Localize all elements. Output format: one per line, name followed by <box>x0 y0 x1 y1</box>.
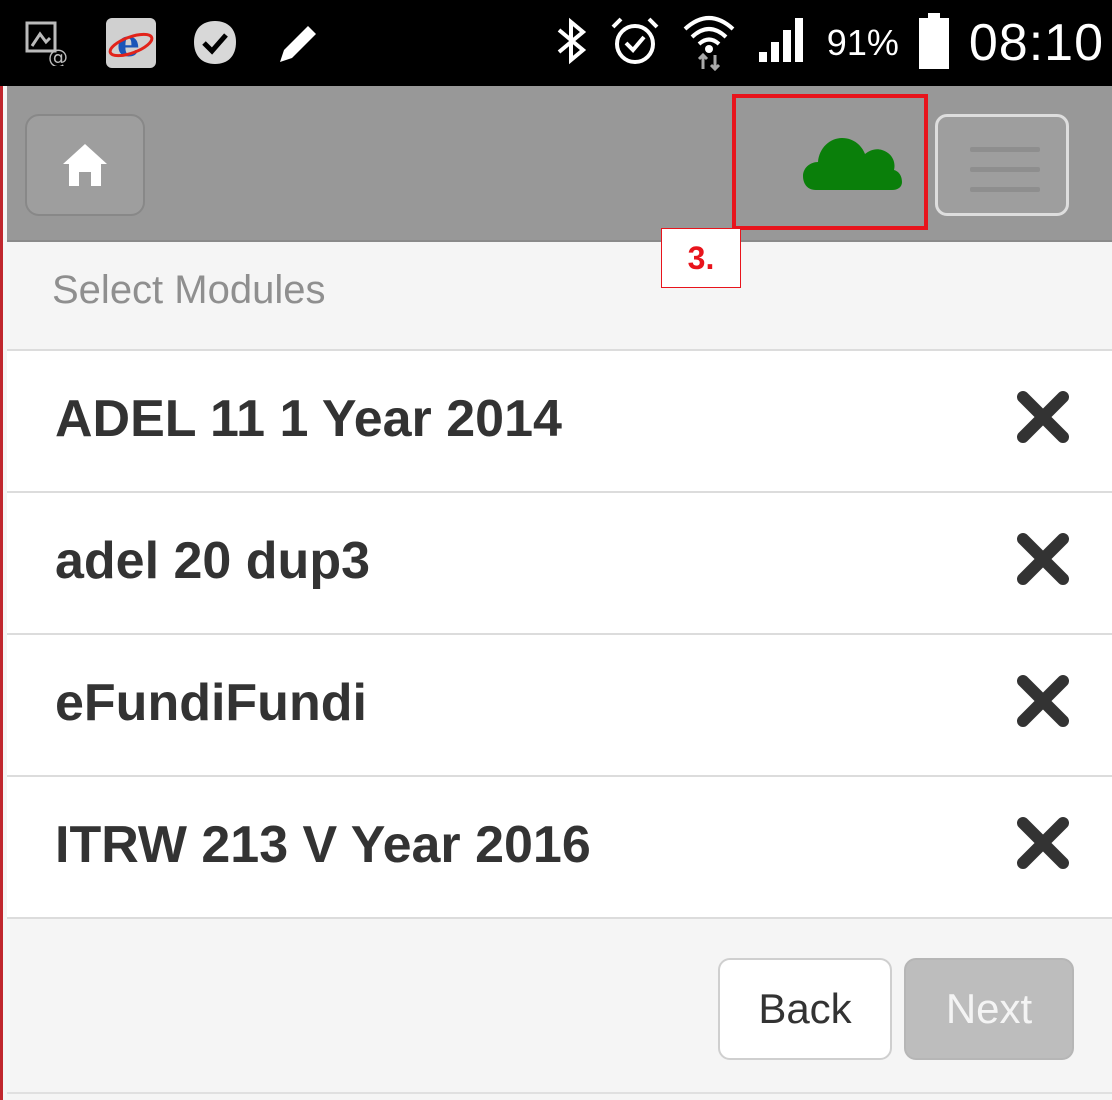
battery-icon <box>918 12 949 74</box>
bluetooth-icon <box>553 16 589 71</box>
list-item[interactable]: ITRW 213 V Year 2016 <box>7 775 1112 919</box>
checkmark-icon <box>190 18 240 68</box>
menu-button[interactable] <box>935 114 1069 216</box>
ie-icon: e <box>106 18 156 68</box>
clock: 08:10 <box>968 14 1104 72</box>
page-title: Select Modules <box>52 268 326 312</box>
close-icon <box>1017 817 1069 869</box>
status-bar: @ e 91% 08:10 <box>0 0 1112 86</box>
module-name: ITRW 213 V Year 2016 <box>55 816 591 874</box>
module-name: adel 20 dup3 <box>55 532 370 590</box>
bottom-divider <box>7 1092 1112 1094</box>
back-button[interactable]: Back <box>718 958 892 1060</box>
remove-module-button[interactable] <box>1015 531 1071 587</box>
signal-icon <box>757 16 807 71</box>
remove-module-button[interactable] <box>1015 673 1071 729</box>
close-icon <box>1017 533 1069 585</box>
pencil-icon <box>274 18 324 68</box>
remove-module-button[interactable] <box>1015 815 1071 871</box>
list-item[interactable]: ADEL 11 1 Year 2014 <box>7 349 1112 491</box>
app-toolbar <box>7 86 1112 242</box>
home-icon <box>63 144 107 186</box>
remove-module-button[interactable] <box>1015 389 1071 445</box>
module-name: eFundiFundi <box>55 674 367 732</box>
alarm-icon <box>609 15 661 72</box>
close-icon <box>1017 391 1069 443</box>
hamburger-menu-icon <box>970 147 1040 152</box>
module-name: ADEL 11 1 Year 2014 <box>55 390 562 448</box>
step-highlight-box <box>732 94 928 230</box>
wifi-icon <box>681 11 737 76</box>
step-label: 3. <box>661 228 741 288</box>
next-button[interactable]: Next <box>904 958 1074 1060</box>
battery-percent: 91% <box>826 22 899 63</box>
list-item[interactable]: adel 20 dup3 <box>7 491 1112 633</box>
close-icon <box>1017 675 1069 727</box>
svg-text:@: @ <box>48 45 68 66</box>
home-button[interactable] <box>25 114 145 216</box>
list-item[interactable]: eFundiFundi <box>7 633 1112 775</box>
svg-text:e: e <box>117 23 140 65</box>
screenshot-icon: @ <box>22 18 72 68</box>
module-list: ADEL 11 1 Year 2014 adel 20 dup3 eFundiF… <box>7 349 1112 919</box>
